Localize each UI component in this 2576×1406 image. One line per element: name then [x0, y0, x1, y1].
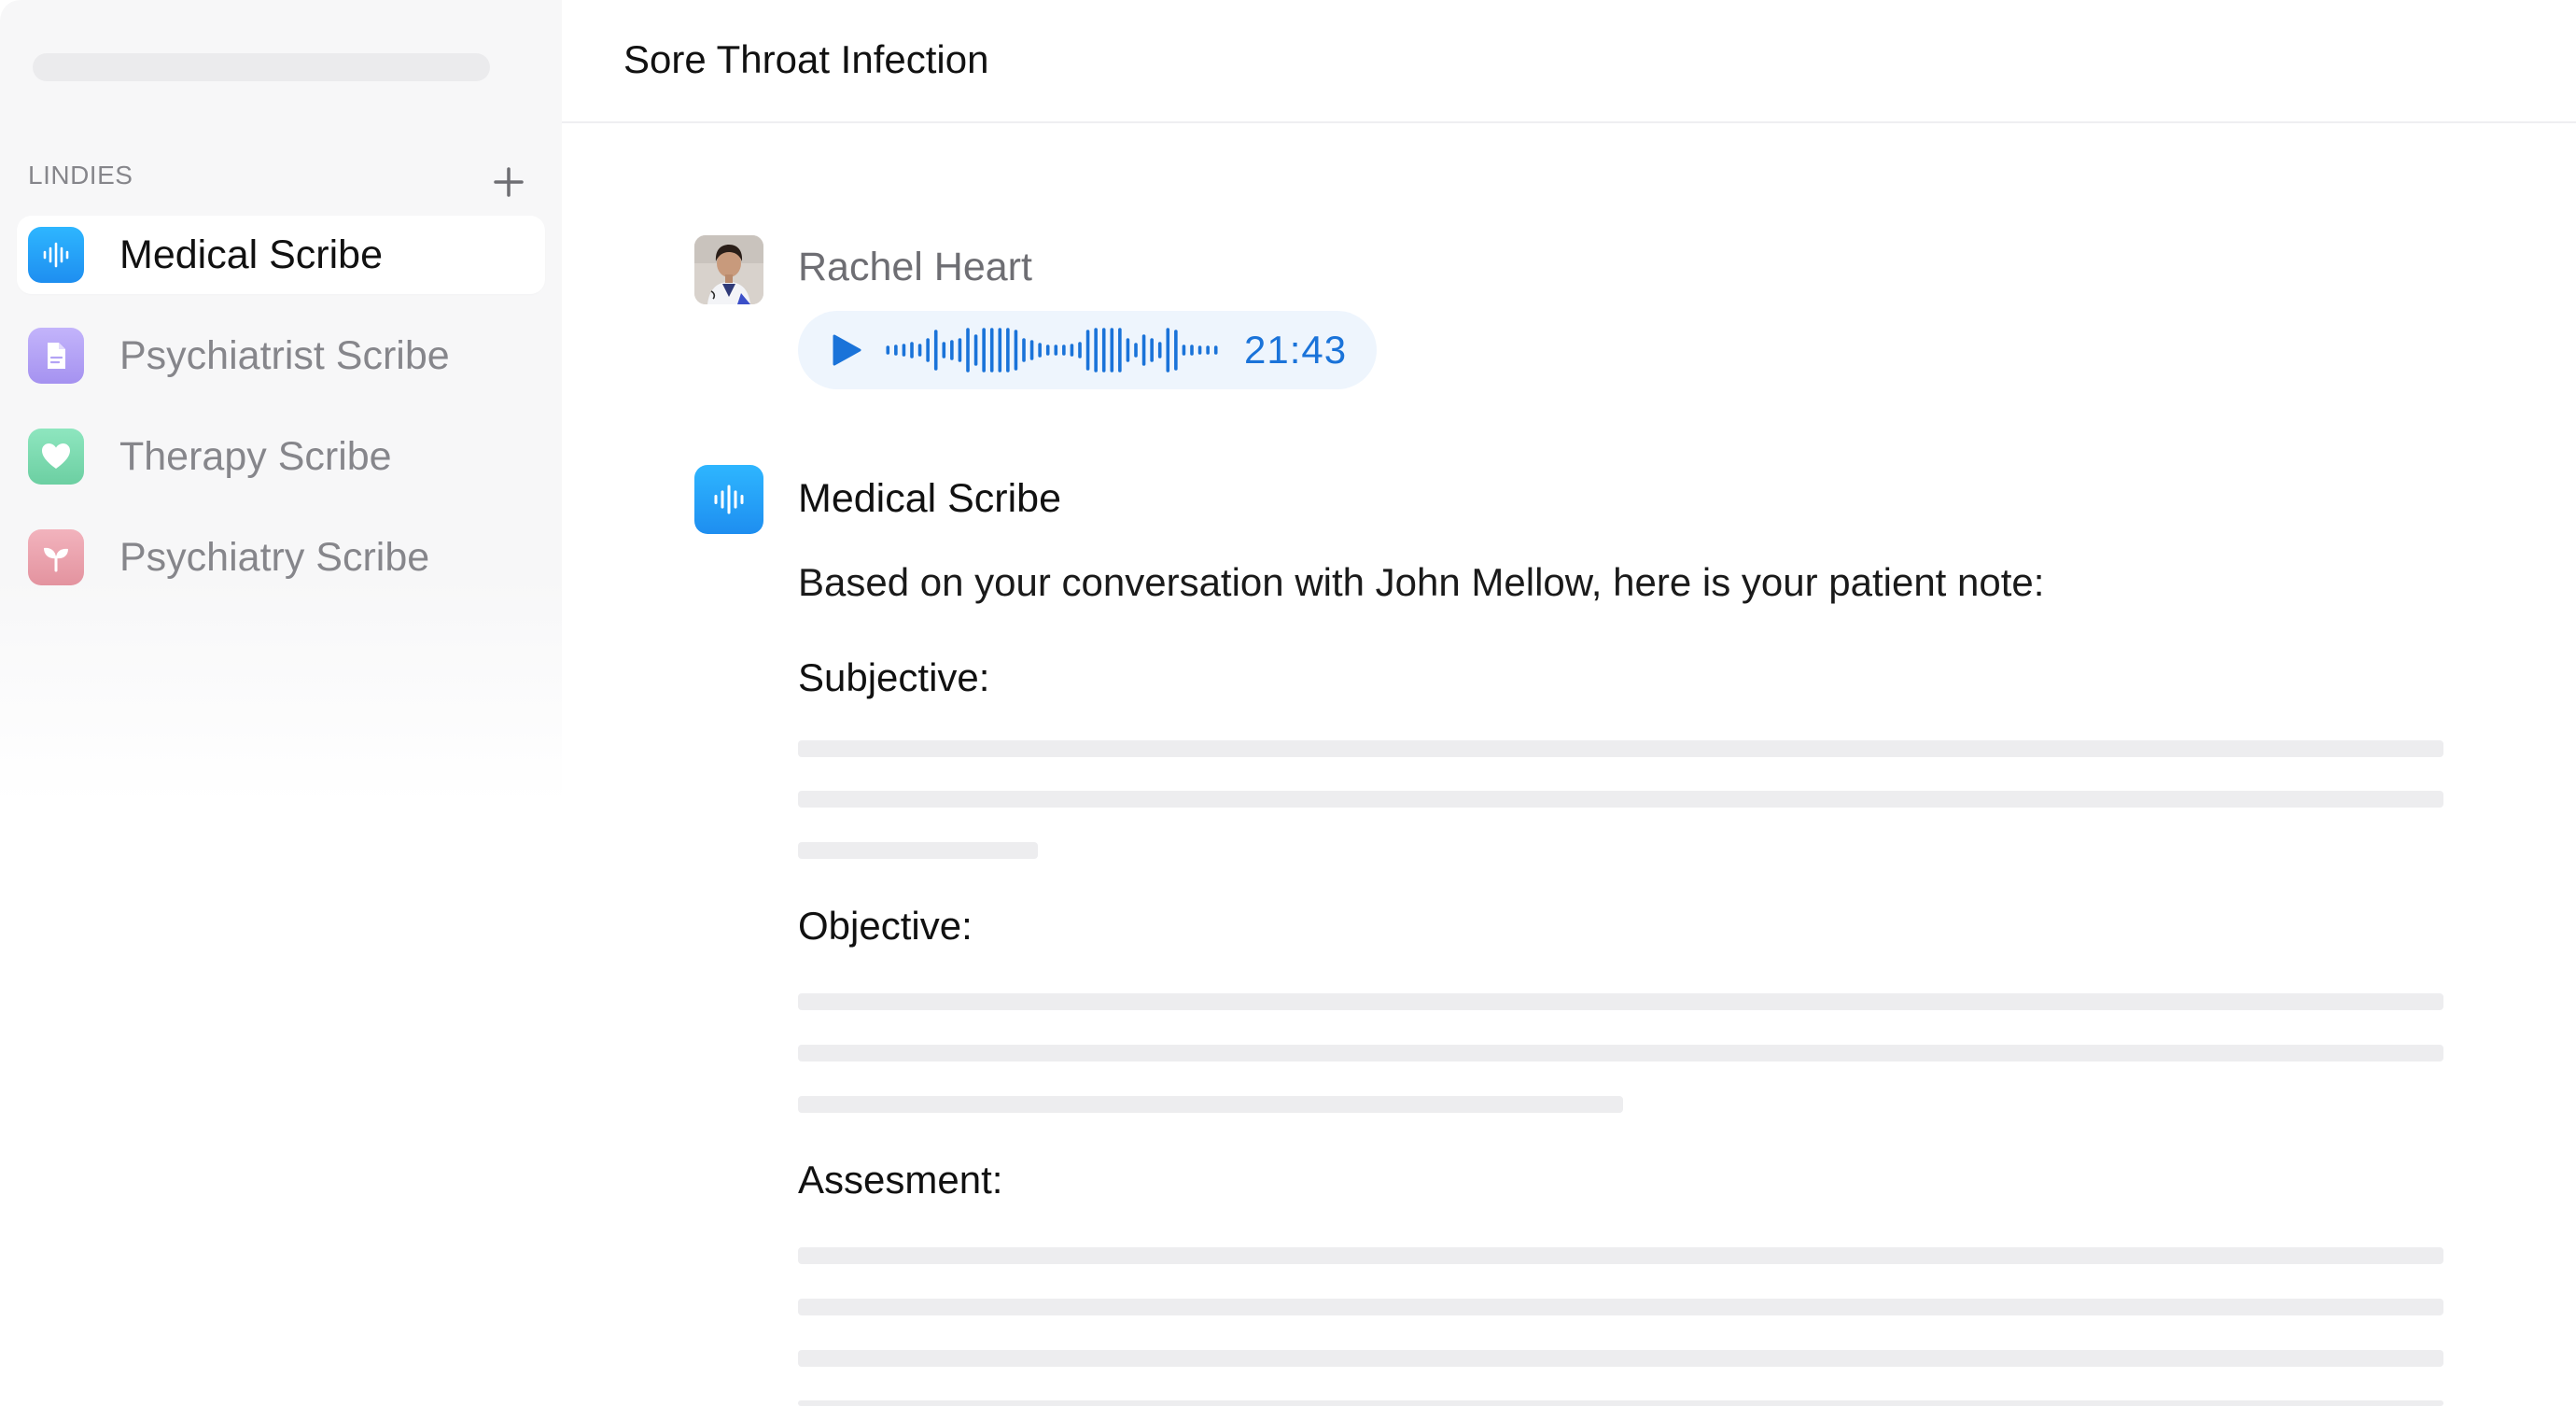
page-title: Sore Throat Infection [623, 37, 989, 81]
waveform-icon [714, 485, 744, 514]
play-icon [833, 334, 861, 366]
heart-icon [28, 429, 84, 485]
text-placeholder-line [798, 1299, 2443, 1315]
sidebar-item-psychiatry-scribe[interactable]: Psychiatry Scribe [17, 518, 545, 597]
sidebar-item-label: Psychiatry Scribe [119, 534, 430, 580]
text-placeholder-line [798, 1400, 2443, 1406]
text-placeholder-line [798, 1045, 2443, 1062]
text-placeholder-line [798, 740, 2443, 757]
sidebar-item-label: Therapy Scribe [119, 433, 392, 479]
section-heading-objective: Objective: [798, 904, 973, 948]
play-button[interactable] [828, 331, 865, 369]
text-placeholder-line [798, 1247, 2443, 1264]
text-placeholder-line [798, 993, 2443, 1010]
sidebar-item-medical-scribe[interactable]: Medical Scribe [17, 216, 545, 294]
avatar [694, 235, 763, 304]
user-portrait-icon [694, 235, 763, 304]
text-placeholder-line [798, 842, 1038, 859]
sidebar-item-label: Psychiatrist Scribe [119, 332, 450, 378]
sidebar-item-psychiatrist-scribe[interactable]: Psychiatrist Scribe [17, 316, 545, 395]
sidebar: LINDIES Medical Scribe Psychiatrist Scri… [0, 0, 562, 803]
document-icon [28, 328, 84, 384]
plus-icon [494, 167, 524, 197]
audio-waveform[interactable] [884, 327, 1220, 373]
note-intro-text: Based on your conversation with John Mel… [798, 560, 2045, 604]
add-lindy-button[interactable] [485, 159, 532, 205]
main-header: Sore Throat Infection [562, 0, 2576, 123]
waveform-icon [28, 227, 84, 283]
sidebar-item-therapy-scribe[interactable]: Therapy Scribe [17, 417, 545, 496]
text-placeholder-line [798, 1096, 1623, 1113]
audio-player[interactable]: 21:43 [798, 311, 1377, 389]
search-placeholder-bar[interactable] [33, 53, 490, 81]
sidebar-item-label: Medical Scribe [119, 232, 383, 277]
scribe-sender-name: Medical Scribe [798, 476, 1061, 521]
sender-name: Rachel Heart [798, 245, 1032, 289]
section-label-lindies: LINDIES [28, 161, 133, 190]
sprout-icon [28, 529, 84, 585]
section-heading-subjective: Subjective: [798, 655, 990, 699]
app-window: LINDIES Medical Scribe Psychiatrist Scri… [0, 0, 2576, 1406]
text-placeholder-line [798, 1350, 2443, 1367]
text-placeholder-line [798, 791, 2443, 808]
section-heading-assessment: Assesment: [798, 1158, 1003, 1202]
audio-duration: 21:43 [1244, 328, 1348, 372]
scribe-avatar [694, 465, 763, 534]
